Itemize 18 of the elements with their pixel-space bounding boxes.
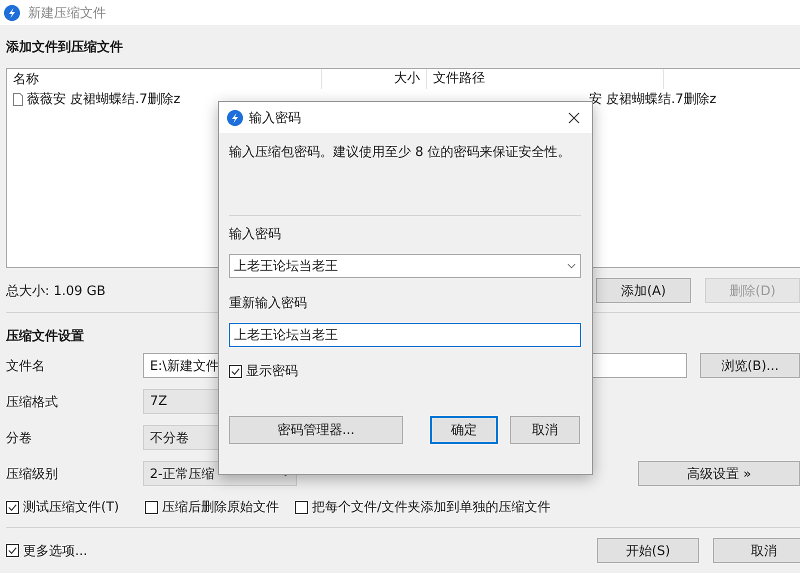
section-heading: 压缩文件设置	[6, 329, 84, 345]
dialog-message: 输入压缩包密码。建议使用至少 8 位的密码来保证安全性。	[229, 144, 572, 162]
field-label: 压缩格式	[6, 394, 59, 410]
checkbox-label: 更多选项...	[23, 542, 88, 560]
field-label: 输入密码	[229, 226, 282, 244]
field-label: 分卷	[6, 430, 33, 446]
total-size: 总大小: 1.09 GB	[6, 282, 106, 300]
dialog-title: 输入密码	[249, 110, 302, 126]
field-label: 压缩级别	[6, 466, 59, 482]
field-label: 文件名	[6, 358, 46, 374]
section-heading: 添加文件到压缩文件	[6, 40, 123, 56]
checkbox-label: 显示密码	[246, 363, 298, 380]
field-label: 重新输入密码	[229, 295, 308, 313]
window-title: 新建压缩文件	[28, 4, 106, 22]
checkbox-label: 把每个文件/文件夹添加到单独的压缩文件	[312, 499, 550, 516]
file-name: 薇薇安 皮裙蝴蝶结.7删除z	[27, 91, 180, 108]
checkbox-label: 压缩后删除原始文件	[162, 499, 279, 516]
checkbox-label: 测试压缩文件(T)	[23, 499, 120, 516]
